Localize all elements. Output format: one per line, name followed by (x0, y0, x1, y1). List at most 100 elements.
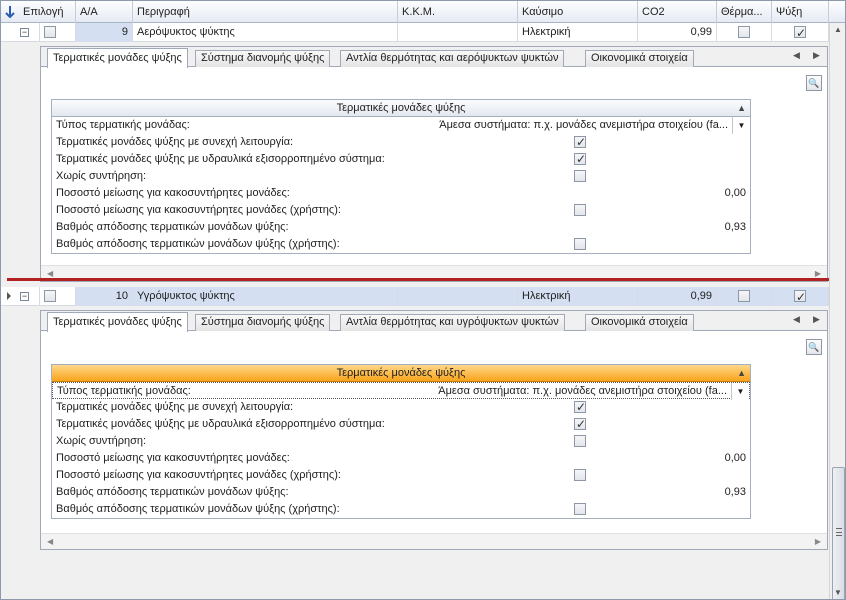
property-value[interactable]: 0,00 (725, 185, 746, 202)
terminal-type-select[interactable]: Άμεσα συστήματα: π.χ. μονάδες ανεμιστήρα… (439, 117, 728, 134)
scroll-right-icon[interactable]: ▶ (815, 537, 821, 546)
cell-kkm[interactable] (398, 287, 518, 306)
scroll-thumb[interactable] (832, 467, 845, 599)
property-label: Βαθμός απόδοσης τερματικών μονάδων ψύξης… (56, 221, 289, 233)
column-header-co2[interactable]: CO2 (638, 1, 717, 23)
tab-distribution[interactable]: Σύστημα διανομής ψύξης (195, 314, 331, 331)
collapse-row-icon[interactable]: − (20, 28, 29, 37)
tab-heat-pump[interactable]: Αντλία θερμότητας και υγρόψυκτων ψυκτών (340, 314, 565, 331)
property-row[interactable]: Τερματικές μονάδες ψύξης με συνεχή λειτο… (52, 399, 750, 416)
select-checkbox[interactable] (44, 26, 56, 39)
scroll-left-icon[interactable]: ◀ (47, 537, 53, 546)
column-header-therm[interactable]: Θέρμα... (717, 1, 772, 23)
table-row[interactable]: − 10 Υγρόψυκτος ψύκτης Ηλεκτρική 0,99 (1, 287, 829, 306)
scroll-right-icon[interactable]: ▶ (815, 269, 821, 278)
vertical-scrollbar[interactable]: ▲ ▼ (829, 23, 845, 599)
tab-distribution[interactable]: Σύστημα διανομής ψύξης (195, 50, 331, 67)
property-label: Τερματικές μονάδες ψύξης με συνεχή λειτο… (56, 136, 294, 148)
tab-economics[interactable]: Οικονομικά στοιχεία (585, 50, 694, 67)
tab-scroll-left-icon[interactable]: ◀ (793, 314, 800, 325)
property-grid: Τερματικές μονάδες ψύξης ▲ Τύπος τερματι… (51, 99, 751, 254)
cell-epilogi (39, 287, 76, 306)
property-checkbox[interactable] (574, 134, 586, 151)
property-row[interactable]: Βαθμός απόδοσης τερματικών μονάδων ψύξης… (52, 219, 750, 236)
cell-co2[interactable]: 0,99 (638, 23, 717, 42)
column-header-perigrafi[interactable]: Περιγραφή (133, 1, 398, 23)
property-row[interactable]: Ποσοστό μείωσης για κακοσυντήρητες μονάδ… (52, 185, 750, 202)
tab-scroll-right-icon[interactable]: ▶ (813, 50, 820, 61)
property-checkbox[interactable] (574, 238, 586, 250)
therm-checkbox[interactable] (738, 290, 750, 303)
property-checkbox[interactable] (574, 469, 586, 481)
search-icon[interactable]: 🔍 (806, 75, 822, 91)
sort-arrow-icon[interactable] (5, 5, 15, 19)
detail-tabs: Τερματικές μονάδες ψύξης Σύστημα διανομή… (41, 311, 827, 332)
column-header-aa[interactable]: Α/Α (76, 1, 133, 23)
terminal-type-select[interactable]: Άμεσα συστήματα: π.χ. μονάδες ανεμιστήρα… (438, 383, 727, 400)
property-row[interactable]: Βαθμός απόδοσης τερματικών μονάδων ψύξης… (52, 501, 750, 518)
therm-checkbox[interactable] (738, 26, 750, 39)
property-value[interactable]: 0,00 (725, 450, 746, 467)
property-row[interactable]: Ποσοστό μείωσης για κακοσυντήρητες μονάδ… (52, 467, 750, 484)
cell-kafsimo[interactable]: Ηλεκτρική (518, 23, 638, 42)
master-detail-grid: Επιλογή Α/Α Περιγραφή Κ.Κ.Μ. Καύσιμο CO2… (0, 0, 846, 600)
tab-heat-pump[interactable]: Αντλία θερμότητας και αερόψυκτων ψυκτών (340, 50, 565, 67)
column-header-kkm[interactable]: Κ.Κ.Μ. (398, 1, 518, 23)
psyxi-checkbox[interactable] (794, 24, 806, 42)
column-header-psyxi[interactable]: Ψύξη (772, 1, 829, 23)
property-row[interactable]: Τύπος τερματικής μονάδας: Άμεσα συστήματα… (52, 382, 750, 400)
property-checkbox[interactable] (574, 204, 586, 216)
chevron-up-icon[interactable]: ▲ (737, 100, 746, 117)
property-checkbox[interactable] (574, 170, 586, 182)
cell-kkm[interactable] (398, 23, 518, 42)
property-row[interactable]: Τερματικές μονάδες ψύξης με υδραυλικά εξ… (52, 416, 750, 433)
scroll-down-icon[interactable]: ▼ (834, 588, 842, 597)
chevron-down-icon[interactable]: ▼ (732, 117, 750, 134)
property-row[interactable]: Τύπος τερματικής μονάδας: Άμεσα συστήματα… (52, 117, 750, 134)
table-row[interactable]: − 9 Αερόψυκτος ψύκτης Ηλεκτρική 0,99 (1, 23, 829, 42)
property-checkbox[interactable] (574, 399, 586, 416)
property-checkbox[interactable] (574, 151, 586, 168)
tab-terminal-units[interactable]: Τερματικές μονάδες ψύξης (47, 312, 188, 332)
property-checkbox[interactable] (574, 435, 586, 447)
chevron-up-icon[interactable]: ▲ (737, 365, 746, 382)
section-header[interactable]: Τερματικές μονάδες ψύξης ▲ (52, 365, 750, 382)
cell-perigrafi[interactable]: Αερόψυκτος ψύκτης (133, 23, 398, 42)
property-label: Ποσοστό μείωσης για κακοσυντήρητες μονάδ… (56, 469, 341, 481)
psyxi-checkbox[interactable] (794, 288, 806, 306)
chevron-down-icon[interactable]: ▼ (731, 383, 749, 400)
property-value[interactable]: 0,93 (725, 484, 746, 501)
section-header[interactable]: Τερματικές μονάδες ψύξης ▲ (52, 100, 750, 117)
property-value[interactable]: 0,93 (725, 219, 746, 236)
cell-perigrafi[interactable]: Υγρόψυκτος ψύκτης (133, 287, 398, 306)
property-row[interactable]: Τερματικές μονάδες ψύξης με υδραυλικά εξ… (52, 151, 750, 168)
cell-co2[interactable]: 0,99 (638, 287, 717, 306)
property-label: Βαθμός απόδοσης τερματικών μονάδων ψύξης… (56, 238, 340, 250)
cell-kafsimo[interactable]: Ηλεκτρική (518, 287, 638, 306)
search-icon[interactable]: 🔍 (806, 339, 822, 355)
property-row[interactable]: Βαθμός απόδοσης τερματικών μονάδων ψύξης… (52, 484, 750, 501)
property-row[interactable]: Χωρίς συντήρηση: (52, 433, 750, 450)
scroll-up-icon[interactable]: ▲ (834, 25, 842, 34)
column-header-kafsimo[interactable]: Καύσιμο (518, 1, 638, 23)
property-label: Βαθμός απόδοσης τερματικών μονάδων ψύξης… (56, 486, 289, 498)
property-row[interactable]: Βαθμός απόδοσης τερματικών μονάδων ψύξης… (52, 236, 750, 253)
property-row[interactable]: Χωρίς συντήρηση: (52, 168, 750, 185)
scroll-left-icon[interactable]: ◀ (47, 269, 53, 278)
tab-scroll-left-icon[interactable]: ◀ (793, 50, 800, 61)
tab-economics[interactable]: Οικονομικά στοιχεία (585, 314, 694, 331)
property-row[interactable]: Τερματικές μονάδες ψύξης με συνεχή λειτο… (52, 134, 750, 151)
column-header-epilogi[interactable]: Επιλογή (19, 1, 76, 23)
property-row[interactable]: Ποσοστό μείωσης για κακοσυντήρητες μονάδ… (52, 450, 750, 467)
horizontal-scrollbar[interactable]: ◀ ▶ (41, 533, 827, 549)
cell-epilogi (39, 23, 76, 42)
cell-aa: 10 (76, 287, 133, 306)
collapse-row-icon[interactable]: − (20, 292, 29, 301)
grid-header: Επιλογή Α/Α Περιγραφή Κ.Κ.Μ. Καύσιμο CO2… (1, 1, 845, 23)
tab-scroll-right-icon[interactable]: ▶ (813, 314, 820, 325)
property-checkbox[interactable] (574, 416, 586, 433)
tab-terminal-units[interactable]: Τερματικές μονάδες ψύξης (47, 48, 188, 68)
property-row[interactable]: Ποσοστό μείωσης για κακοσυντήρητες μονάδ… (52, 202, 750, 219)
property-checkbox[interactable] (574, 503, 586, 515)
select-checkbox[interactable] (44, 290, 56, 303)
